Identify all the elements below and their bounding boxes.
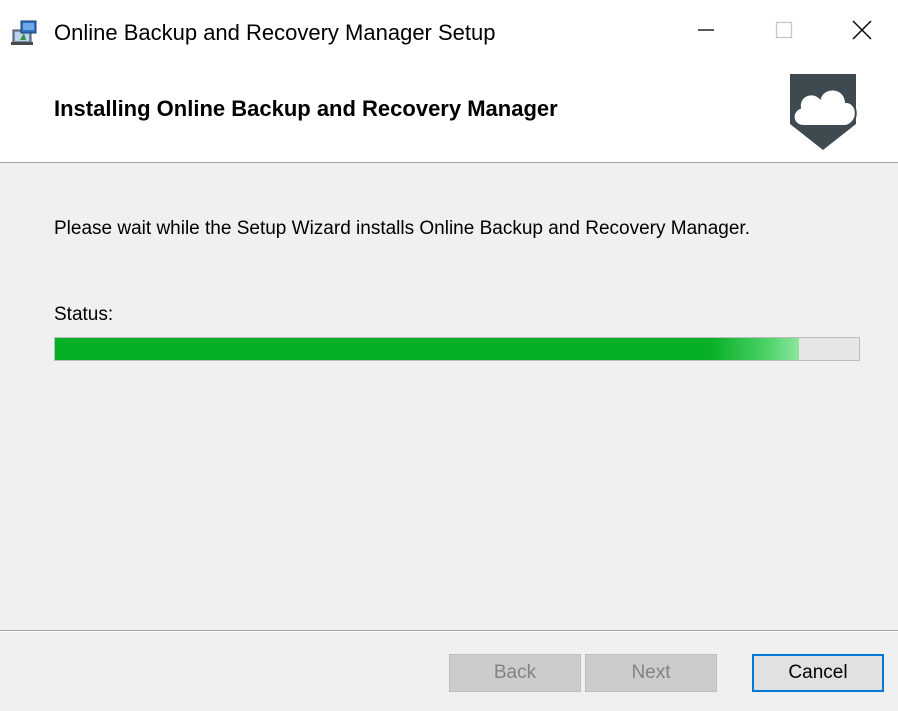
install-message: Please wait while the Setup Wizard insta… bbox=[54, 218, 750, 239]
footer-divider-highlight bbox=[0, 631, 898, 632]
minimize-button[interactable] bbox=[670, 0, 742, 64]
cloud-shield-logo bbox=[780, 68, 866, 152]
next-button[interactable]: Next bbox=[585, 654, 717, 692]
page-title: Installing Online Backup and Recovery Ma… bbox=[54, 96, 558, 121]
wizard-header: Installing Online Backup and Recovery Ma… bbox=[0, 64, 898, 163]
installer-icon bbox=[10, 18, 40, 48]
close-button[interactable] bbox=[826, 0, 898, 64]
setup-wizard-window: Online Backup and Recovery Manager Setup… bbox=[0, 0, 898, 711]
title-bar: Online Backup and Recovery Manager Setup bbox=[0, 0, 898, 64]
cancel-button[interactable]: Cancel bbox=[752, 654, 884, 692]
install-progress-bar bbox=[54, 337, 860, 361]
close-icon bbox=[851, 19, 873, 46]
window-title: Online Backup and Recovery Manager Setup bbox=[54, 20, 496, 45]
maximize-button[interactable] bbox=[748, 0, 820, 64]
progress-fill bbox=[55, 338, 799, 360]
back-button[interactable]: Back bbox=[449, 654, 581, 692]
status-label: Status: bbox=[54, 304, 114, 325]
maximize-icon bbox=[774, 20, 794, 45]
minimize-icon bbox=[696, 20, 716, 45]
